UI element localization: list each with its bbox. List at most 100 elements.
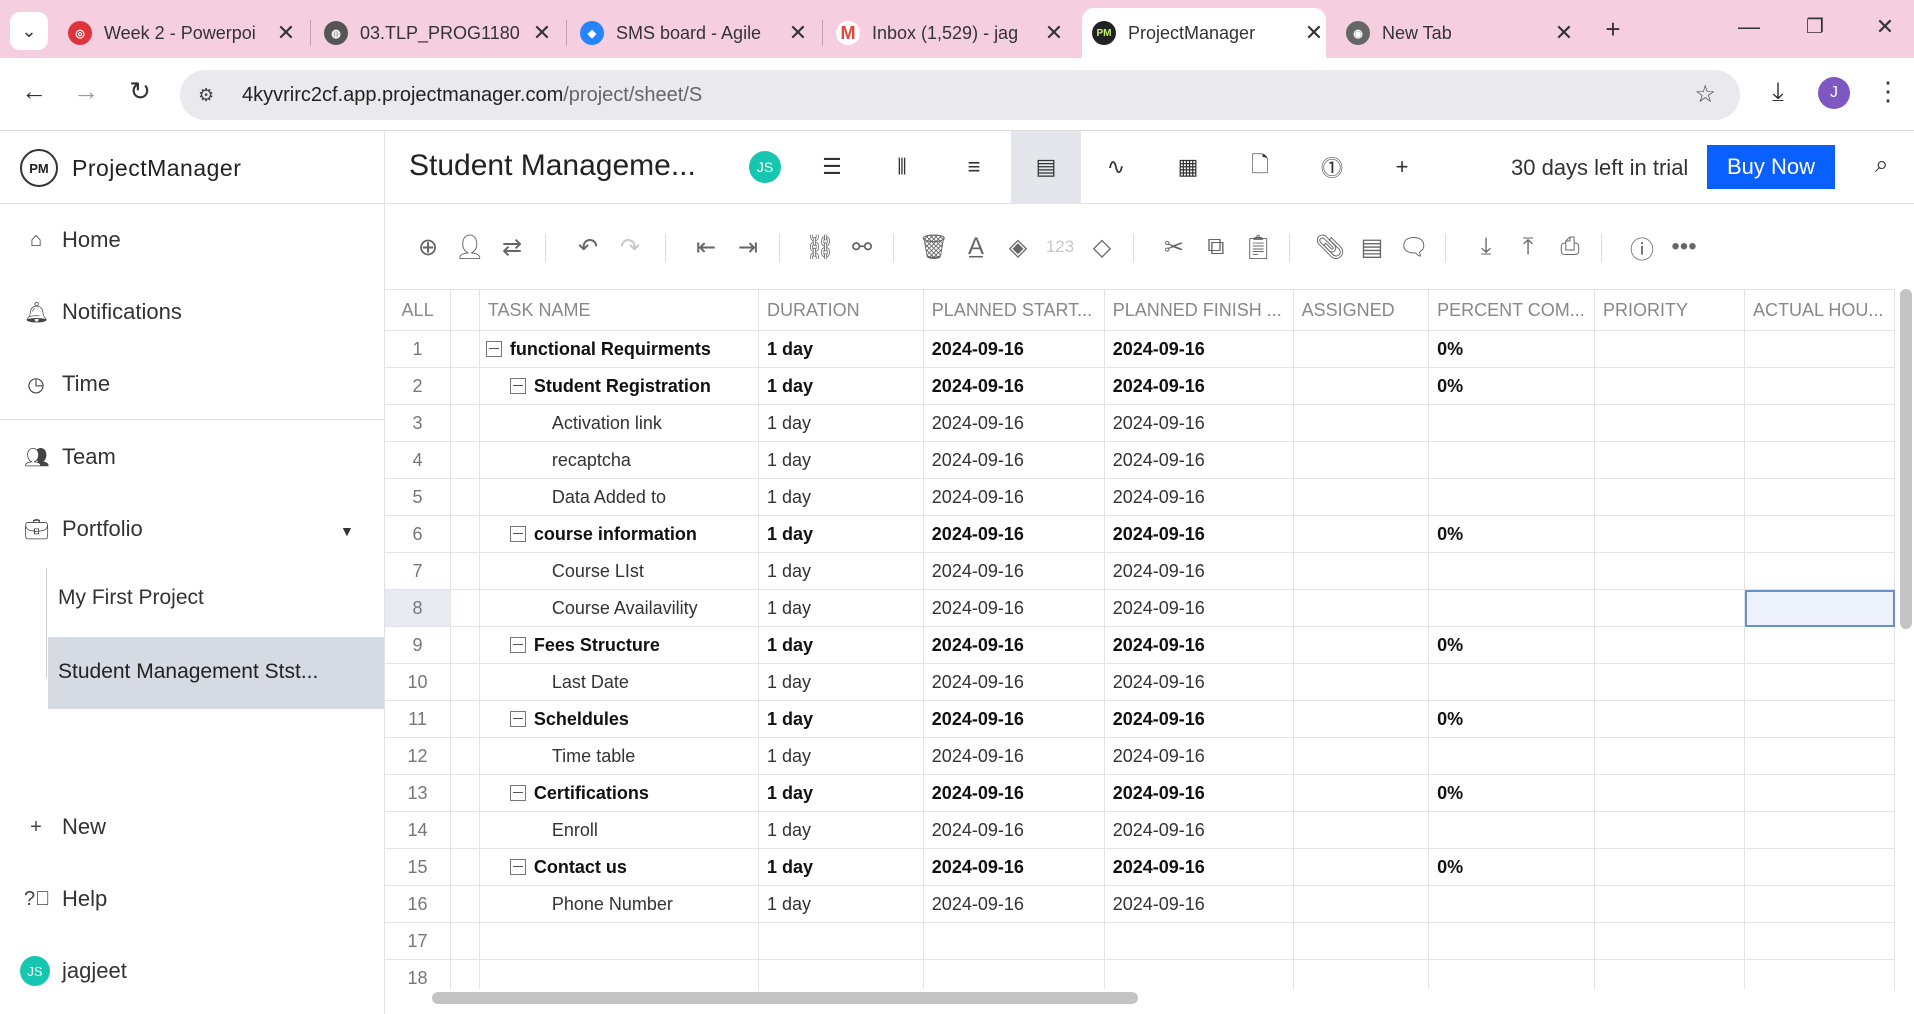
sidebar-help[interactable]: ?⃝ Help	[24, 886, 107, 912]
table-row[interactable]: 1 functional Requirments 1 day 2024-09-16 20…	[385, 330, 1895, 368]
col-header-percent-complete[interactable]: PERCENT COM...	[1428, 289, 1596, 331]
reload-icon[interactable]: ↻	[122, 76, 158, 107]
actual-hours-cell[interactable]	[1744, 552, 1895, 590]
duration-cell[interactable]: 1 day	[758, 885, 924, 923]
dashboard-pulse-icon[interactable]: ∿	[1081, 131, 1151, 203]
actual-hours-cell[interactable]	[1744, 626, 1895, 664]
duration-cell[interactable]: 1 day	[758, 552, 924, 590]
close-window-icon[interactable]: ✕	[1870, 14, 1900, 40]
col-header-task-name[interactable]: TASK NAME	[479, 289, 760, 331]
comment-icon[interactable]: 🗨︎	[1397, 230, 1431, 264]
percent-complete-cell[interactable]	[1428, 885, 1596, 923]
back-arrow-icon[interactable]: ←	[16, 76, 52, 107]
row-indicator-cell[interactable]	[450, 515, 480, 553]
priority-cell[interactable]	[1594, 552, 1745, 590]
priority-cell[interactable]	[1594, 737, 1745, 775]
task-name-cell[interactable]: Time table	[479, 737, 760, 775]
assigned-cell[interactable]	[1293, 515, 1430, 553]
browser-tab[interactable]: ◍ 03.TLP_PROG1180 ✕	[324, 8, 554, 58]
duration-cell[interactable]: 1 day	[758, 367, 924, 405]
percent-complete-cell[interactable]: 0%	[1428, 700, 1596, 738]
assigned-cell[interactable]	[1293, 885, 1430, 923]
planned-finish-cell[interactable]: 2024-09-16	[1104, 552, 1294, 590]
indent-icon[interactable]: ⇥	[731, 230, 765, 264]
actual-hours-cell[interactable]	[1744, 922, 1895, 960]
percent-complete-cell[interactable]	[1428, 589, 1596, 627]
row-indicator-cell[interactable]	[450, 811, 480, 849]
row-indicator-cell[interactable]	[450, 922, 480, 960]
row-number[interactable]: 17	[385, 922, 452, 960]
table-row[interactable]: 7 Course LIst 1 day 2024-09-16 2024-09-16	[385, 552, 1895, 590]
col-header-actual-hours[interactable]: ACTUAL HOU...	[1744, 289, 1895, 331]
percent-complete-cell[interactable]	[1428, 552, 1596, 590]
delete-trash-icon[interactable]: 🗑︎	[917, 230, 951, 264]
percent-complete-cell[interactable]	[1428, 663, 1596, 701]
priority-cell[interactable]	[1594, 478, 1745, 516]
row-indicator-cell[interactable]	[450, 441, 480, 479]
table-row[interactable]: 16 Phone Number 1 day 2024-09-16 2024-09-16	[385, 885, 1895, 923]
minimize-icon[interactable]: —	[1734, 14, 1764, 40]
planned-start-cell[interactable]: 2024-09-16	[923, 737, 1105, 775]
planned-start-cell[interactable]: 2024-09-16	[923, 848, 1105, 886]
fill-color-icon[interactable]: ◈	[1001, 230, 1035, 264]
assigned-cell[interactable]	[1293, 478, 1430, 516]
duration-cell[interactable]: 1 day	[758, 478, 924, 516]
browser-tab-active[interactable]: PM ProjectManager ✕	[1082, 8, 1326, 58]
document-icon[interactable]: 🗋	[1225, 131, 1295, 203]
actual-hours-cell[interactable]	[1744, 330, 1895, 368]
row-number[interactable]: 9	[385, 626, 452, 664]
table-row[interactable]: 13 Certifications 1 day 2024-09-16 2024-09-1…	[385, 774, 1895, 812]
duration-cell[interactable]	[758, 922, 924, 960]
planned-start-cell[interactable]: 2024-09-16	[923, 552, 1105, 590]
gantt-view-icon[interactable]: ≡	[939, 131, 1009, 203]
actual-hours-cell[interactable]	[1744, 774, 1895, 812]
collapse-toggle-icon[interactable]	[509, 858, 526, 875]
percent-complete-cell[interactable]	[1428, 478, 1596, 516]
assigned-cell[interactable]	[1293, 404, 1430, 442]
table-row[interactable]: 15 Contact us 1 day 2024-09-16 2024-09-16 0%	[385, 848, 1895, 886]
priority-cell[interactable]	[1594, 774, 1745, 812]
assigned-cell[interactable]	[1293, 959, 1430, 989]
task-name-cell[interactable]: Last Date	[479, 663, 760, 701]
sidebar-item-team[interactable]: 👥︎ Team	[24, 444, 116, 470]
planned-start-cell[interactable]	[923, 959, 1105, 989]
row-number[interactable]: 4	[385, 441, 452, 479]
link-icon[interactable]: ⛓	[803, 230, 837, 264]
site-settings-icon[interactable]: ⚙	[198, 85, 228, 106]
table-row[interactable]: 12 Time table 1 day 2024-09-16 2024-09-16	[385, 737, 1895, 775]
assigned-cell[interactable]	[1293, 552, 1430, 590]
col-header-planned-finish[interactable]: PLANNED FINISH ...	[1104, 289, 1294, 331]
row-number[interactable]: 11	[385, 700, 452, 738]
number-format-icon[interactable]: 123	[1043, 230, 1077, 264]
paste-clipboard-icon[interactable]: 📋︎	[1241, 230, 1275, 264]
row-number[interactable]: 1	[385, 330, 452, 368]
planned-start-cell[interactable]	[923, 922, 1105, 960]
actual-hours-cell[interactable]	[1744, 885, 1895, 923]
planned-start-cell[interactable]: 2024-09-16	[923, 774, 1105, 812]
row-indicator-cell[interactable]	[450, 848, 480, 886]
percent-complete-cell[interactable]	[1428, 922, 1596, 960]
table-row[interactable]: 10 Last Date 1 day 2024-09-16 2024-09-16	[385, 663, 1895, 701]
more-options-icon[interactable]: •••	[1667, 230, 1701, 264]
planned-finish-cell[interactable]: 2024-09-16	[1104, 737, 1294, 775]
collapse-toggle-icon[interactable]	[509, 525, 526, 542]
assigned-cell[interactable]	[1293, 589, 1430, 627]
percent-complete-cell[interactable]	[1428, 811, 1596, 849]
row-number[interactable]: 16	[385, 885, 452, 923]
actual-hours-cell[interactable]	[1744, 959, 1895, 989]
task-name-cell[interactable]: Scheldules	[479, 700, 760, 738]
collapse-toggle-icon[interactable]	[485, 340, 502, 357]
row-indicator-cell[interactable]	[450, 552, 480, 590]
task-name-cell[interactable]: Course Availavility	[479, 589, 760, 627]
duration-cell[interactable]: 1 day	[758, 774, 924, 812]
duration-cell[interactable]: 1 day	[758, 848, 924, 886]
url-omnibox[interactable]: ⚙ 4kyvrirc2cf.app.projectmanager.com/pro…	[180, 70, 1740, 120]
actual-hours-cell[interactable]	[1744, 663, 1895, 701]
row-indicator-cell[interactable]	[450, 885, 480, 923]
duration-cell[interactable]	[758, 959, 924, 989]
priority-cell[interactable]	[1594, 811, 1745, 849]
share-export-icon[interactable]: ⤒	[1511, 230, 1545, 264]
row-number[interactable]: 10	[385, 663, 452, 701]
actual-hours-cell[interactable]	[1744, 404, 1895, 442]
priority-cell[interactable]	[1594, 885, 1745, 923]
